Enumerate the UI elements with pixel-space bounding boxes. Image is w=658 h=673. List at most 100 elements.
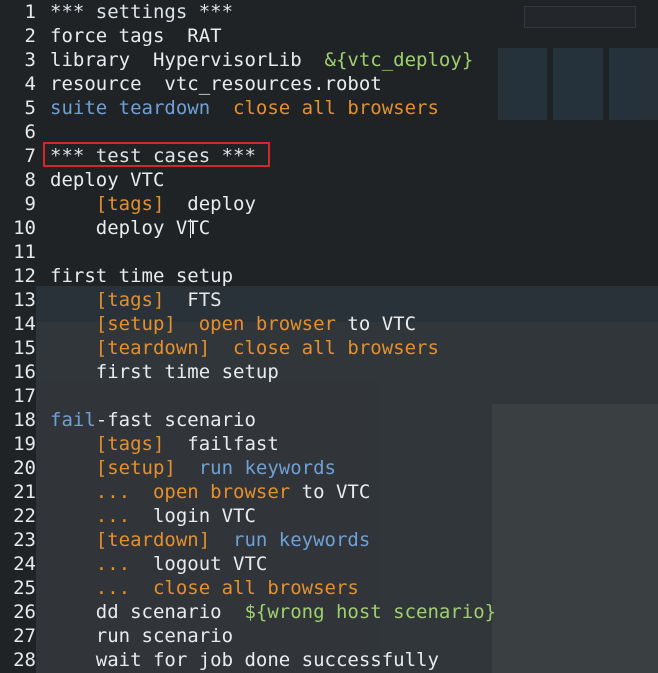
code-token: ${wrong host scenario} [244,601,497,623]
code-line[interactable]: 12 first time setup [0,264,658,288]
code-text[interactable]: ... logout VTC [50,552,268,576]
code-text[interactable]: suite teardown close all browsers [50,96,439,120]
line-number: 23 [13,529,36,551]
code-token: run scenario [50,625,234,647]
code-text[interactable]: [teardown] close all browsers [50,336,439,360]
code-line[interactable]: 20 [setup] run keywords [0,456,658,480]
code-line[interactable]: 25 ... close all browsers [0,576,658,600]
line-number: 9 [24,193,36,215]
code-token: deploy [164,193,256,215]
code-token: ... [95,553,131,575]
code-token: dd scenario [50,601,245,623]
code-line[interactable]: 15 [teardown] close all browsers [0,336,658,360]
code-line[interactable]: 24 ... logout VTC [0,552,658,576]
code-token: wait for job done successfully [50,649,439,671]
code-line[interactable]: 5 suite teardown close all browsers [0,96,658,120]
line-number: 17 [13,385,36,407]
line-number: 27 [13,625,36,647]
code-line[interactable]: 21 ... open browser to VTC [0,480,658,504]
code-token: run keywords [210,529,371,551]
code-token: *** settings *** [50,1,234,23]
line-number: 24 [13,553,36,575]
highlight-box-test-cases [43,142,270,167]
text-cursor [190,219,191,238]
code-token: to VTC [335,313,417,335]
line-number: 13 [13,289,36,311]
code-line[interactable]: 27 run scenario [0,624,658,648]
code-editor[interactable]: 1 *** settings *** 2 force tags RAT 3 library… [0,0,658,673]
code-line[interactable]: 6 [0,120,658,144]
line-number: 3 [24,49,36,71]
code-text[interactable]: [teardown] run keywords [50,528,371,552]
code-line[interactable]: 10 deploy VTC [0,216,658,240]
line-number: 7 [24,145,36,167]
code-line[interactable]: 8 deploy VTC [0,168,658,192]
line-number: 12 [13,265,36,287]
code-text[interactable]: *** settings *** [50,0,233,24]
code-line[interactable]: 11 [0,240,658,264]
code-text[interactable]: force tags RAT [50,24,222,48]
code-token: library HypervisorLib [50,49,325,71]
code-text[interactable]: ... login VTC [50,504,256,528]
code-text[interactable]: [tags] FTS [50,288,222,312]
code-token: [setup] open browser [95,313,336,335]
code-token: [tags] [95,289,165,311]
code-line[interactable]: 9 [tags] deploy [0,192,658,216]
code-line[interactable]: 14 [setup] open browser to VTC [0,312,658,336]
code-token: [setup] [95,457,176,479]
code-token: ... [95,505,131,527]
code-line[interactable]: 23 [teardown] run keywords [0,528,658,552]
code-line[interactable]: 3 library HypervisorLib &{vtc_deploy} [0,48,658,72]
code-text[interactable]: [tags] deploy [50,192,256,216]
code-token: suite teardown [50,97,234,119]
code-text[interactable]: wait for job done successfully [50,648,439,672]
line-number: 22 [13,505,36,527]
code-token: ... open browser [95,481,291,503]
line-number: 20 [13,457,36,479]
line-number: 1 [24,1,36,23]
code-line[interactable]: 2 force tags RAT [0,24,658,48]
line-number: 11 [13,241,36,263]
code-text[interactable]: library HypervisorLib &{vtc_deploy} [50,48,473,72]
code-token: FTS [164,289,222,311]
code-text[interactable]: first time setup [50,360,279,384]
code-line[interactable]: 19 [tags] failfast [0,432,658,456]
code-line[interactable]: 26 dd scenario ${wrong host scenario} [0,600,658,624]
code-line[interactable]: 16 first time setup [0,360,658,384]
code-text[interactable]: [setup] run keywords [50,456,336,480]
code-text[interactable]: ... close all browsers [50,576,359,600]
code-text[interactable]: resource vtc_resources.robot [50,72,382,96]
code-line[interactable]: 4 resource vtc_resources.robot [0,72,658,96]
code-text[interactable]: deploy VTC [50,168,164,192]
code-text[interactable]: run scenario [50,624,233,648]
code-text[interactable]: deploy VTC [50,216,210,240]
code-token: to VTC [290,481,371,503]
line-number: 15 [13,337,36,359]
code-text[interactable]: [tags] failfast [50,432,279,456]
code-text[interactable]: ... open browser to VTC [50,480,371,504]
code-line[interactable]: 1 *** settings *** [0,0,658,24]
code-line[interactable]: 22 ... login VTC [0,504,658,528]
line-number: 18 [13,409,36,431]
code-token: fail [50,409,96,431]
code-lines[interactable]: 1 *** settings *** 2 force tags RAT 3 library… [0,0,658,672]
line-number: 4 [24,73,36,95]
code-token: deploy VTC [50,169,165,191]
line-number: 10 [13,217,36,239]
code-token: ... close all browsers [95,577,359,599]
code-text[interactable]: first time setup [50,264,233,288]
code-line[interactable]: 17 [0,384,658,408]
code-line[interactable]: 28 wait for job done successfully [0,648,658,672]
code-text[interactable]: dd scenario ${wrong host scenario} [50,600,496,624]
code-line[interactable]: 13 [tags] FTS [0,288,658,312]
code-text[interactable]: fail-fast scenario [50,408,256,432]
code-line[interactable]: 18 fail-fast scenario [0,408,658,432]
code-text[interactable]: [setup] open browser to VTC [50,312,416,336]
